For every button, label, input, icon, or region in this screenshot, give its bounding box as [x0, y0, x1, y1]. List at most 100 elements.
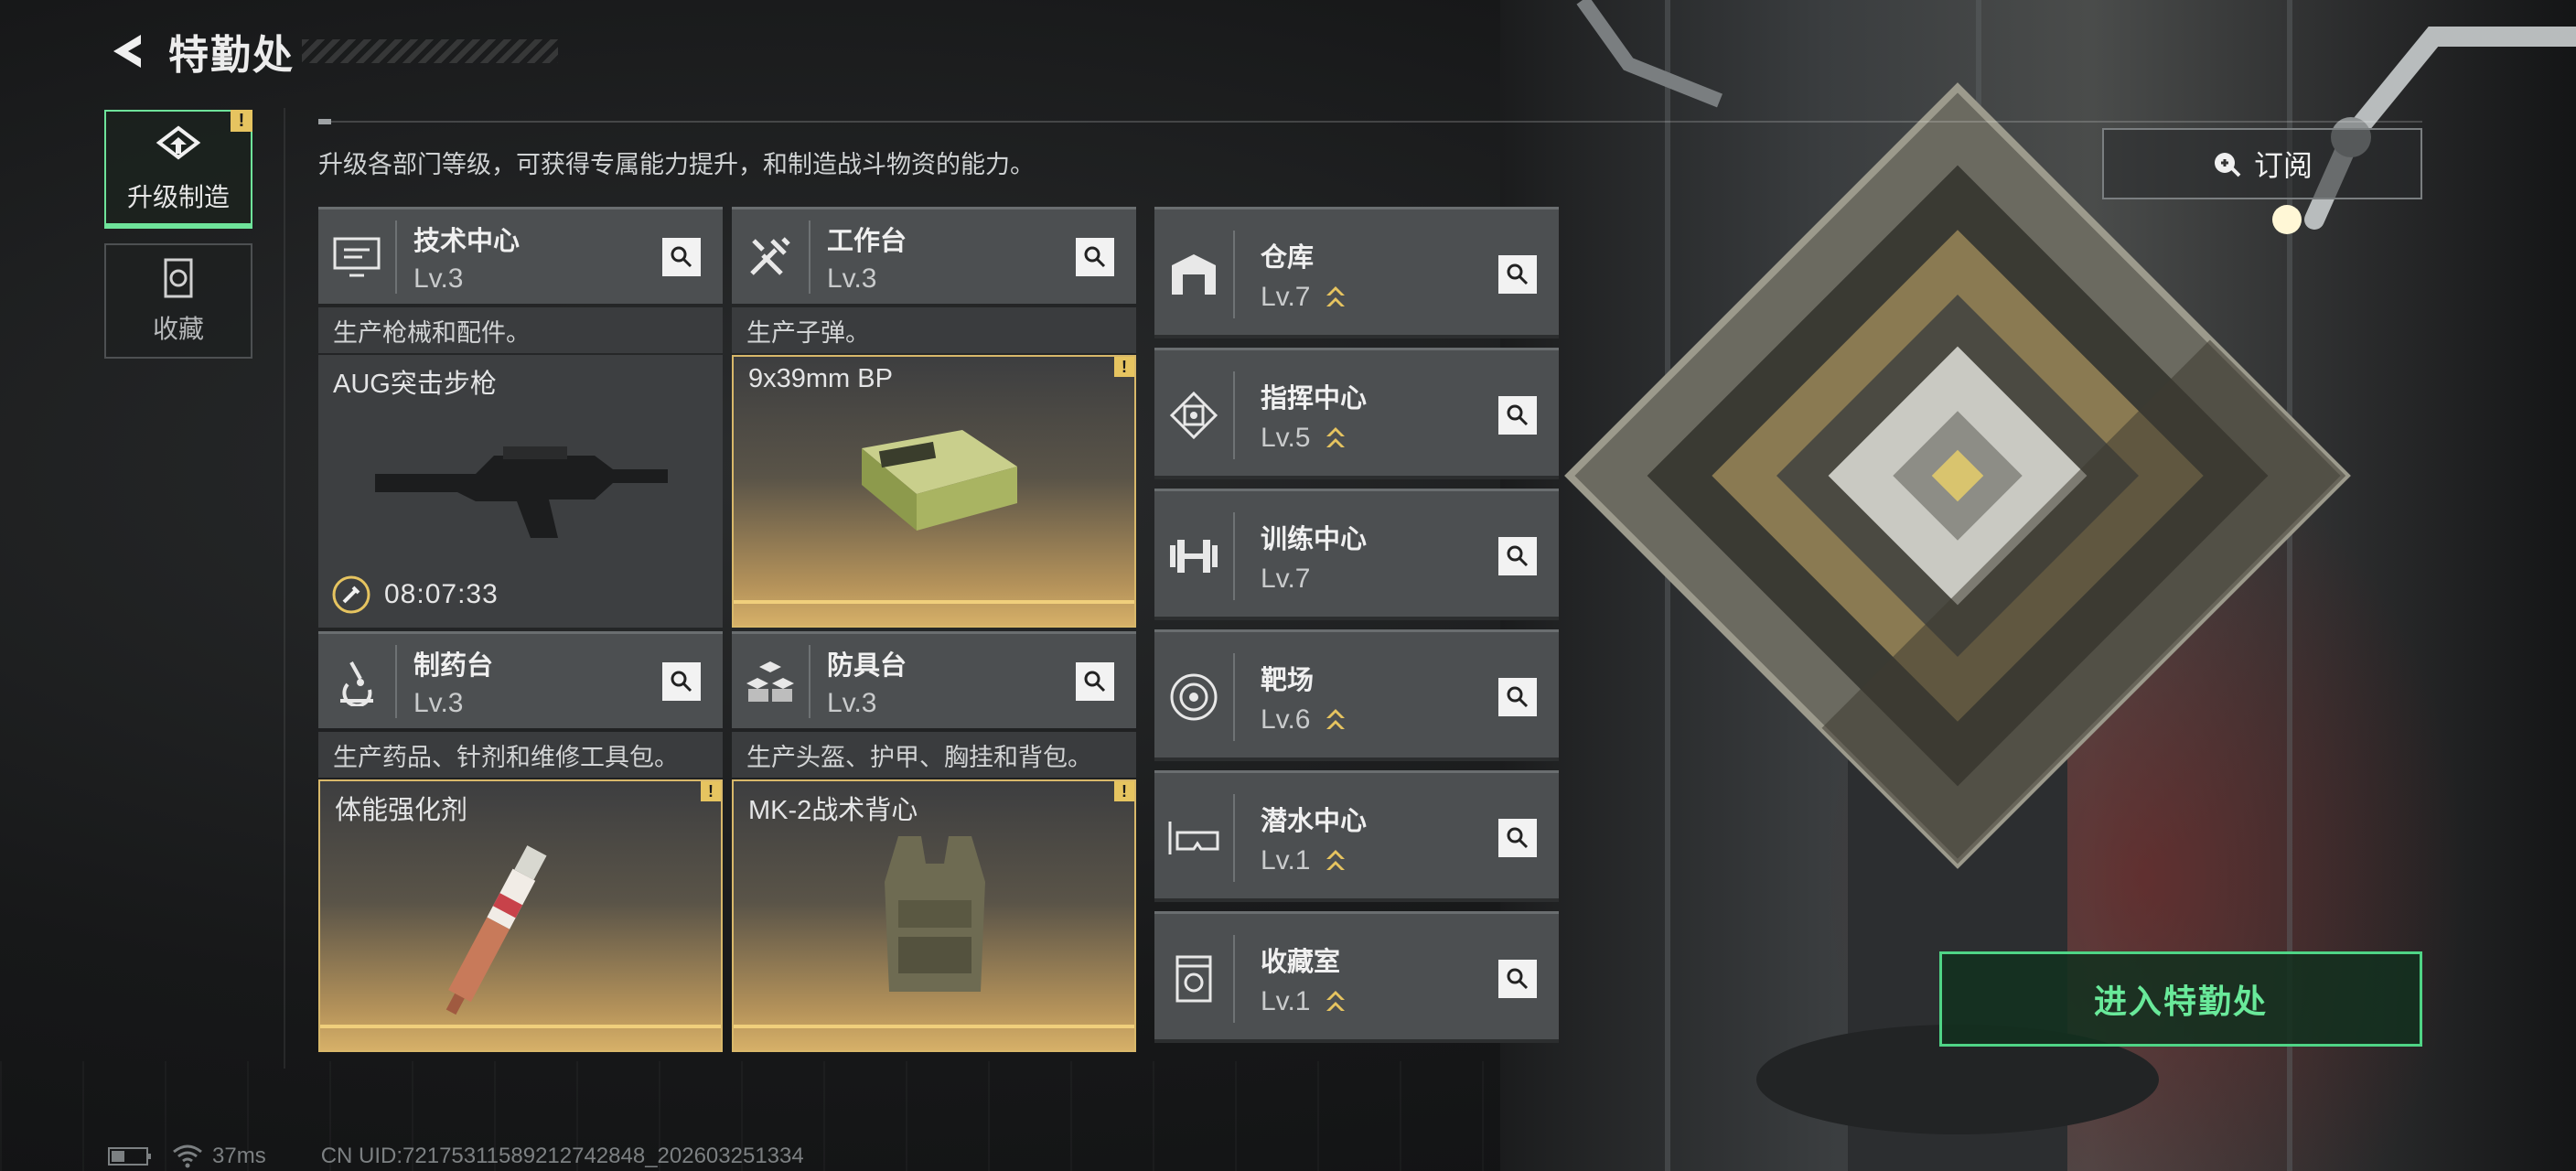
chip-icon	[1154, 371, 1235, 459]
production-card-pharmacy: 制药台 Lv.3 生产药品、针剂和维修工具包。 体能强化剂 !	[318, 631, 723, 1052]
collection-icon	[164, 258, 193, 298]
monitor-icon	[318, 220, 397, 294]
production-slot[interactable]: 体能强化剂 !	[318, 779, 723, 1052]
card-header[interactable]: 防具台 Lv.3	[732, 631, 1136, 728]
tactical-vest-image	[885, 836, 985, 992]
card-level: Lv.3	[413, 687, 464, 718]
search-button[interactable]	[1498, 959, 1537, 998]
back-arrow-icon	[113, 35, 141, 68]
production-slot[interactable]: AUG突击步枪 08:07:33	[318, 355, 723, 628]
subscribe-icon	[2214, 153, 2241, 177]
search-icon	[1507, 545, 1529, 566]
search-button[interactable]	[1076, 237, 1114, 276]
production-card-tech-center: 技术中心 Lv.3 生产枪械和配件。 AUG突击步枪 08:07:33	[318, 207, 723, 628]
card-level: Lv.3	[413, 263, 464, 294]
search-icon	[1507, 968, 1529, 989]
ping-text: 37ms	[212, 1144, 266, 1168]
search-button[interactable]	[662, 237, 701, 276]
facility-level: Lv.6	[1261, 704, 1311, 735]
target-icon	[1154, 652, 1235, 741]
facility-name: 收藏室	[1261, 947, 1341, 977]
title-decoration	[302, 39, 558, 63]
search-button[interactable]	[1498, 254, 1537, 294]
wrench-timer-icon	[332, 575, 370, 614]
production-slot[interactable]: 9x39mm BP !	[732, 355, 1136, 628]
upgrade-available-icon	[1325, 846, 1347, 876]
facility-name: 指挥中心	[1261, 383, 1368, 414]
rifle-image	[375, 446, 668, 538]
alert-badge: !	[1114, 781, 1134, 801]
card-header[interactable]: 制药台 Lv.3	[318, 631, 723, 728]
card-description: 生产头盔、护甲、胸挂和背包。	[732, 732, 1136, 778]
search-icon	[1507, 827, 1529, 848]
subscribe-label: 订阅	[2253, 149, 2313, 182]
search-icon	[1507, 404, 1529, 425]
divider	[284, 108, 285, 1069]
page-title: 特勤处	[168, 33, 295, 78]
card-header[interactable]: 技术中心 Lv.3	[318, 207, 723, 304]
card-description: 生产药品、针剂和维修工具包。	[318, 732, 723, 778]
upgrade-available-icon	[1325, 987, 1347, 1016]
nav-upgrade-manufacture[interactable]: 升级制造 !	[104, 110, 252, 229]
ammo-box-image	[862, 430, 1017, 531]
card-level: Lv.3	[827, 687, 877, 718]
search-icon	[1084, 246, 1106, 267]
search-icon	[671, 671, 692, 692]
wifi-icon	[173, 1144, 202, 1168]
facility-name: 潜水中心	[1261, 806, 1368, 836]
card-description: 生产枪械和配件。	[318, 307, 723, 353]
status-bar: 37ms CN UID:7217531158921274284​8_202603…	[108, 1144, 804, 1169]
nav-collection[interactable]: 收藏	[104, 243, 252, 359]
microscope-icon	[318, 644, 397, 718]
production-timer: 08:07:33	[331, 575, 499, 615]
search-icon	[1084, 671, 1106, 692]
back-button[interactable]	[102, 26, 154, 77]
production-card-workbench: 工作台 Lv.3 生产子弹。 9x39mm BP !	[732, 207, 1136, 628]
subscribe-button[interactable]: 订阅	[2102, 128, 2422, 199]
alert-badge: !	[231, 110, 252, 132]
search-button[interactable]	[1498, 395, 1537, 435]
facility-level: Lv.1	[1261, 985, 1311, 1016]
facility-name: 靶场	[1261, 665, 1315, 695]
card-name: 工作台	[827, 226, 907, 256]
dumbbell-icon	[1154, 511, 1235, 600]
card-level: Lv.3	[827, 263, 877, 294]
facility-level: Lv.5	[1261, 422, 1311, 453]
nav-label: 升级制造	[126, 183, 230, 211]
collection-icon	[1154, 934, 1235, 1023]
search-button[interactable]	[1498, 818, 1537, 857]
upgrade-manufacture-icon	[156, 125, 201, 160]
search-button[interactable]	[1498, 677, 1537, 716]
header-rule	[318, 119, 2422, 124]
upgrade-available-icon	[1325, 705, 1347, 735]
search-icon	[1507, 263, 1529, 285]
search-button[interactable]	[1076, 661, 1114, 701]
facility-card-shooting-range[interactable]: 靶场 Lv.6	[1154, 629, 1559, 761]
search-button[interactable]	[1498, 536, 1537, 575]
facility-card-collection-room[interactable]: 收藏室 Lv.1	[1154, 911, 1559, 1043]
search-icon	[671, 246, 692, 267]
warehouse-icon	[1154, 230, 1235, 318]
search-button[interactable]	[662, 661, 701, 701]
production-card-armor: 防具台 Lv.3 生产头盔、护甲、胸挂和背包。 MK-2战术背心 !	[732, 631, 1136, 1052]
item-name: 9x39mm BP	[748, 364, 893, 393]
card-description: 生产子弹。	[732, 307, 1136, 353]
uid-text: CN UID:7217531158921274284​8_2026032513​…	[320, 1144, 804, 1168]
timer-text: 08:07:33	[384, 579, 499, 609]
facility-level: Lv.1	[1261, 844, 1311, 876]
facility-card-training-center[interactable]: 训练中心 Lv.7	[1154, 489, 1559, 620]
production-slot[interactable]: MK-2战术背心 !	[732, 779, 1136, 1052]
facility-name: 仓库	[1261, 242, 1315, 273]
facility-card-diving-center[interactable]: 潜水中心 Lv.1	[1154, 770, 1559, 902]
facility-card-command-center[interactable]: 指挥中心 Lv.5	[1154, 348, 1559, 479]
item-name: MK-2战术背心	[748, 796, 918, 825]
item-name: 体能强化剂	[335, 796, 468, 825]
upgrade-available-icon	[1325, 283, 1347, 312]
facility-card-warehouse[interactable]: 仓库 Lv.7	[1154, 207, 1559, 338]
injector-image	[445, 845, 547, 1015]
card-header[interactable]: 工作台 Lv.3	[732, 207, 1136, 304]
nav-label: 收藏	[152, 315, 204, 343]
facility-level: Lv.7	[1261, 281, 1311, 312]
enter-special-ops-button[interactable]: 进入特勤处	[1939, 951, 2422, 1047]
card-name: 制药台	[413, 650, 494, 681]
